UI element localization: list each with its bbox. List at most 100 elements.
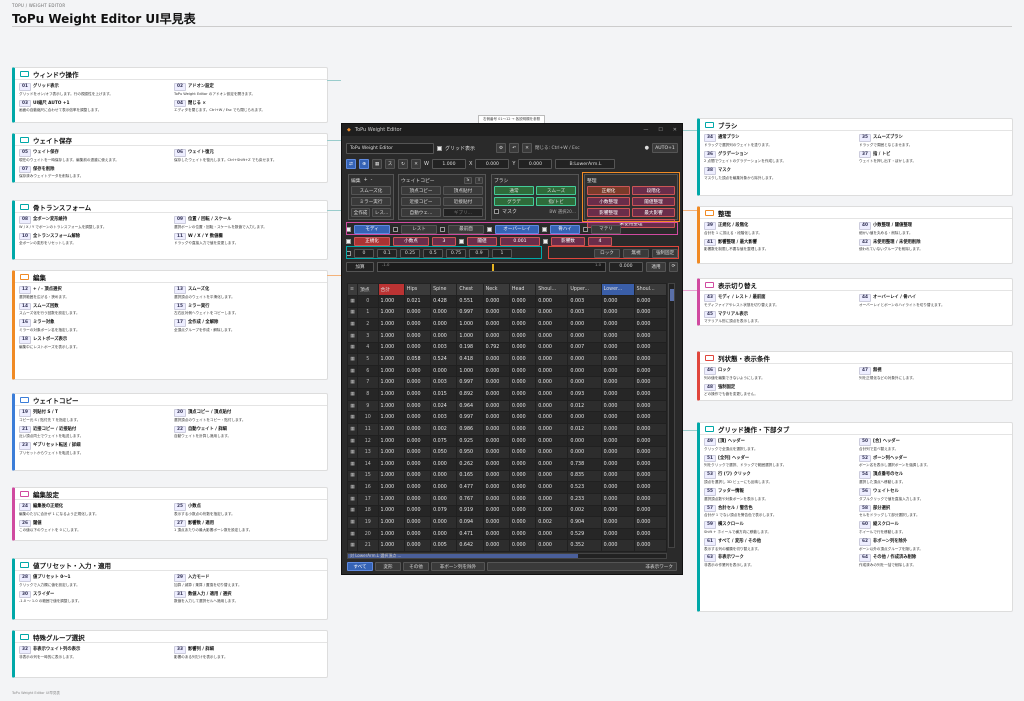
weight-cell[interactable]: 0.000 xyxy=(600,376,635,390)
column-header[interactable]: Shoul... xyxy=(535,283,569,296)
weight-cell[interactable]: 0.950 xyxy=(456,446,484,459)
rest-button[interactable]: レス... xyxy=(372,208,391,217)
weight-cell[interactable]: 0.000 xyxy=(508,457,537,471)
table-row[interactable]: ▦ 4 1.000 0.000 0.003 0.198 0.792 0.000 0.000 0.0… xyxy=(347,341,668,355)
weight-cell[interactable]: 0.000 xyxy=(403,492,432,506)
menu-icon[interactable]: ≡ xyxy=(347,283,358,296)
weight-cell[interactable]: 0.925 xyxy=(456,434,484,448)
weight-cell[interactable]: 0.000 xyxy=(482,504,510,518)
weight-cell[interactable]: 0.003 xyxy=(430,341,458,355)
weight-cell[interactable]: 0.000 xyxy=(482,318,510,331)
weight-cell[interactable]: 0.000 xyxy=(430,306,458,320)
weight-cell[interactable]: 0.000 xyxy=(482,376,510,390)
weight-cell[interactable]: 0.418 xyxy=(456,353,484,366)
weight-cell[interactable]: 0.000 xyxy=(403,516,432,529)
weight-cell[interactable]: 0.000 xyxy=(535,481,569,494)
row-handle-icon[interactable]: ▦ xyxy=(347,411,358,425)
weight-cell[interactable]: 0.000 xyxy=(403,341,432,355)
table-row[interactable]: ▦ 21 1.000 0.000 0.005 0.642 0.000 0.000 0.000 0.… xyxy=(347,539,668,553)
value-field[interactable]: 0.000 xyxy=(609,261,643,272)
weight-cell[interactable]: 0.012 xyxy=(567,399,602,413)
weight-cell[interactable]: 0.000 xyxy=(535,492,569,506)
weight-cell[interactable]: 0.000 xyxy=(633,423,668,436)
settings-button[interactable]: ⚙ xyxy=(496,143,506,153)
minimize-icon[interactable]: — xyxy=(643,127,648,133)
weight-cell[interactable]: 1.000 xyxy=(377,376,405,390)
weight-cell[interactable]: 0.471 xyxy=(456,527,484,541)
table-row[interactable]: ▦ 1 1.000 0.000 0.000 0.997 0.000 0.000 0.000 0.0… xyxy=(347,306,668,320)
grid-checkbox[interactable] xyxy=(437,145,442,151)
row-handle-icon[interactable]: ▦ xyxy=(347,399,358,413)
weight-cell[interactable]: 0.000 xyxy=(482,399,510,413)
weight-cell[interactable]: 1.000 xyxy=(377,364,405,378)
create-all-button[interactable]: 全作成 xyxy=(351,208,370,217)
maximize-icon[interactable]: ☐ xyxy=(658,127,662,133)
weight-cell[interactable]: 0.000 xyxy=(482,364,510,378)
save-weight-button[interactable]: ス xyxy=(385,159,395,169)
weight-cell[interactable]: 0.050 xyxy=(430,446,458,459)
weight-cell[interactable]: 0.000 xyxy=(633,399,668,413)
weight-cell[interactable]: 0.000 xyxy=(482,329,510,343)
weight-cell[interactable]: 0.477 xyxy=(456,481,484,494)
row-handle-icon[interactable]: ▦ xyxy=(347,353,358,366)
weight-cell[interactable]: 0.002 xyxy=(430,423,458,436)
column-header[interactable]: 頂点 xyxy=(357,283,379,296)
weight-cell[interactable]: 1.000 xyxy=(377,527,405,541)
x-field[interactable]: 0.000 xyxy=(475,159,510,169)
weight-cell[interactable]: 0.000 xyxy=(403,411,432,425)
weight-cell[interactable]: 0.000 xyxy=(508,353,537,366)
weight-cell[interactable]: 0.000 xyxy=(600,341,635,355)
row-handle-icon[interactable]: ▦ xyxy=(347,469,358,483)
weight-cell[interactable]: 0.000 xyxy=(600,492,635,506)
vertex-index-cell[interactable]: 13 xyxy=(357,446,379,459)
weight-cell[interactable]: 0.000 xyxy=(600,469,635,483)
weight-cell[interactable]: 1.000 xyxy=(377,353,405,366)
weight-cell[interactable]: 0.000 xyxy=(403,364,432,378)
weight-cell[interactable]: 0.000 xyxy=(508,492,537,506)
weight-cell[interactable]: 0.000 xyxy=(633,527,668,541)
row-handle-icon[interactable]: ▦ xyxy=(347,539,358,553)
table-row[interactable]: ▦ 3 1.000 0.000 0.000 1.000 0.000 0.000 0.000 0.0… xyxy=(347,329,668,343)
weight-cell[interactable]: 0.000 xyxy=(430,492,458,506)
weight-cell[interactable]: 0.000 xyxy=(535,434,569,448)
weight-cell[interactable]: 0.000 xyxy=(633,504,668,518)
minus-icon[interactable]: - xyxy=(371,178,373,183)
weight-cell[interactable]: 0.000 xyxy=(508,516,537,529)
column-header[interactable]: Lower... xyxy=(600,283,635,296)
weight-cell[interactable]: 0.000 xyxy=(633,516,668,529)
weight-cell[interactable]: 0.964 xyxy=(456,399,484,413)
vertex-index-cell[interactable]: 8 xyxy=(357,388,379,401)
weight-cell[interactable]: 0.000 xyxy=(508,423,537,436)
weight-cell[interactable]: 1.000 xyxy=(377,492,405,506)
weight-cell[interactable]: 1.000 xyxy=(377,399,405,413)
undo-button[interactable]: ↶ xyxy=(509,143,519,153)
decimal-field[interactable]: 3 xyxy=(432,236,456,246)
weight-cell[interactable]: 0.000 xyxy=(403,376,432,390)
weight-cell[interactable]: 0.093 xyxy=(567,388,602,401)
table-row[interactable]: ▦ 19 1.000 0.000 0.000 0.094 0.000 0.000 0.002 0.… xyxy=(347,516,668,529)
weight-cell[interactable]: 0.000 xyxy=(633,364,668,378)
column-header[interactable]: Spine xyxy=(430,283,458,296)
near-copy-button[interactable]: 近接コピー xyxy=(401,197,441,206)
weight-cell[interactable]: 0.003 xyxy=(430,376,458,390)
weight-cell[interactable]: 0.000 xyxy=(535,411,569,425)
weight-cell[interactable]: 0.000 xyxy=(633,306,668,320)
auto-weight-button[interactable]: 自動ウェ... xyxy=(401,208,441,217)
table-row[interactable]: ▦ 13 1.000 0.000 0.050 0.950 0.000 0.000 0.000 0.… xyxy=(347,446,668,459)
normal-brush-button[interactable]: 通常 xyxy=(494,186,534,195)
table-row[interactable]: ▦ 17 1.000 0.000 0.000 0.767 0.000 0.000 0.000 0.… xyxy=(347,492,668,506)
weight-cell[interactable]: 0.000 xyxy=(508,318,537,331)
weight-cell[interactable]: 0.986 xyxy=(456,423,484,436)
weight-cell[interactable]: 0.007 xyxy=(567,341,602,355)
table-row[interactable]: ▦ 15 1.000 0.000 0.000 0.165 0.000 0.000 0.000 0.… xyxy=(347,469,668,483)
weight-cell[interactable]: 0.012 xyxy=(567,423,602,436)
weight-cell[interactable]: 0.058 xyxy=(403,353,432,366)
weight-cell[interactable]: 1.000 xyxy=(377,481,405,494)
weight-cell[interactable]: 1.000 xyxy=(377,504,405,518)
restore-weight-button[interactable]: ↻ xyxy=(398,159,408,169)
threshold-field[interactable]: 0.001 xyxy=(500,236,540,246)
weight-cell[interactable]: 0.000 xyxy=(600,318,635,331)
weight-cell[interactable]: 0.000 xyxy=(535,353,569,366)
weight-cell[interactable]: 1.000 xyxy=(377,516,405,529)
weight-cell[interactable]: 0.000 xyxy=(633,353,668,366)
